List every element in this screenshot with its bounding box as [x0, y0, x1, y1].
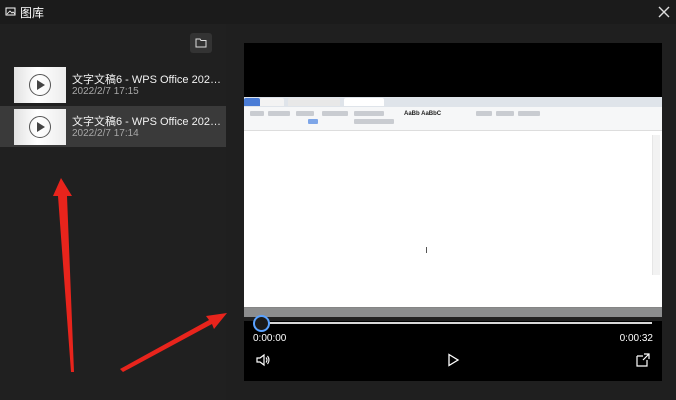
wps-side-panel	[652, 135, 660, 275]
window-title: 图库	[20, 6, 45, 20]
open-folder-button[interactable]	[190, 33, 212, 53]
expand-icon[interactable]	[634, 351, 652, 369]
seek-bar[interactable]	[260, 322, 652, 324]
current-time: 0:00:00	[253, 333, 287, 344]
gallery-icon	[5, 7, 16, 16]
play-icon	[29, 74, 51, 96]
title-bar: 图库	[0, 0, 676, 24]
close-icon[interactable]	[652, 0, 676, 24]
video-frame: AaBb AaBbC	[244, 97, 662, 317]
item-date: 2022/2/7 17:14	[72, 128, 139, 139]
wps-ribbon: AaBb AaBbC	[244, 107, 662, 131]
wps-tab	[344, 98, 384, 106]
wps-tab-strip	[244, 97, 662, 107]
item-title: 文字文稿6 - WPS Office 202…	[72, 74, 221, 86]
seek-handle[interactable]	[253, 315, 270, 332]
wps-tab	[260, 98, 284, 106]
play-icon[interactable]	[444, 351, 462, 369]
item-title: 文字文稿6 - WPS Office 202…	[72, 116, 221, 128]
sidebar: 文字文稿6 - WPS Office 202… 2022/2/7 17:15 文…	[0, 24, 226, 400]
controls-scrim	[244, 307, 662, 321]
wps-tab	[288, 98, 340, 106]
play-icon	[29, 116, 51, 138]
folder-icon	[195, 38, 207, 48]
list-item[interactable]: 文字文稿6 - WPS Office 202… 2022/2/7 17:15	[0, 64, 226, 105]
list-item-selected[interactable]: 文字文稿6 - WPS Office 202… 2022/2/7 17:14	[0, 106, 226, 147]
text-cursor	[426, 247, 429, 253]
volume-icon[interactable]	[254, 351, 272, 369]
video-player[interactable]: AaBb AaBbC 0:00:00 0:00:32	[244, 43, 662, 381]
duration: 0:00:32	[619, 333, 653, 344]
video-thumbnail	[14, 67, 66, 103]
item-date: 2022/2/7 17:15	[72, 86, 139, 97]
wps-style-preview: AaBb AaBbC	[404, 111, 442, 117]
video-thumbnail	[14, 109, 66, 145]
wps-tab	[244, 98, 260, 106]
